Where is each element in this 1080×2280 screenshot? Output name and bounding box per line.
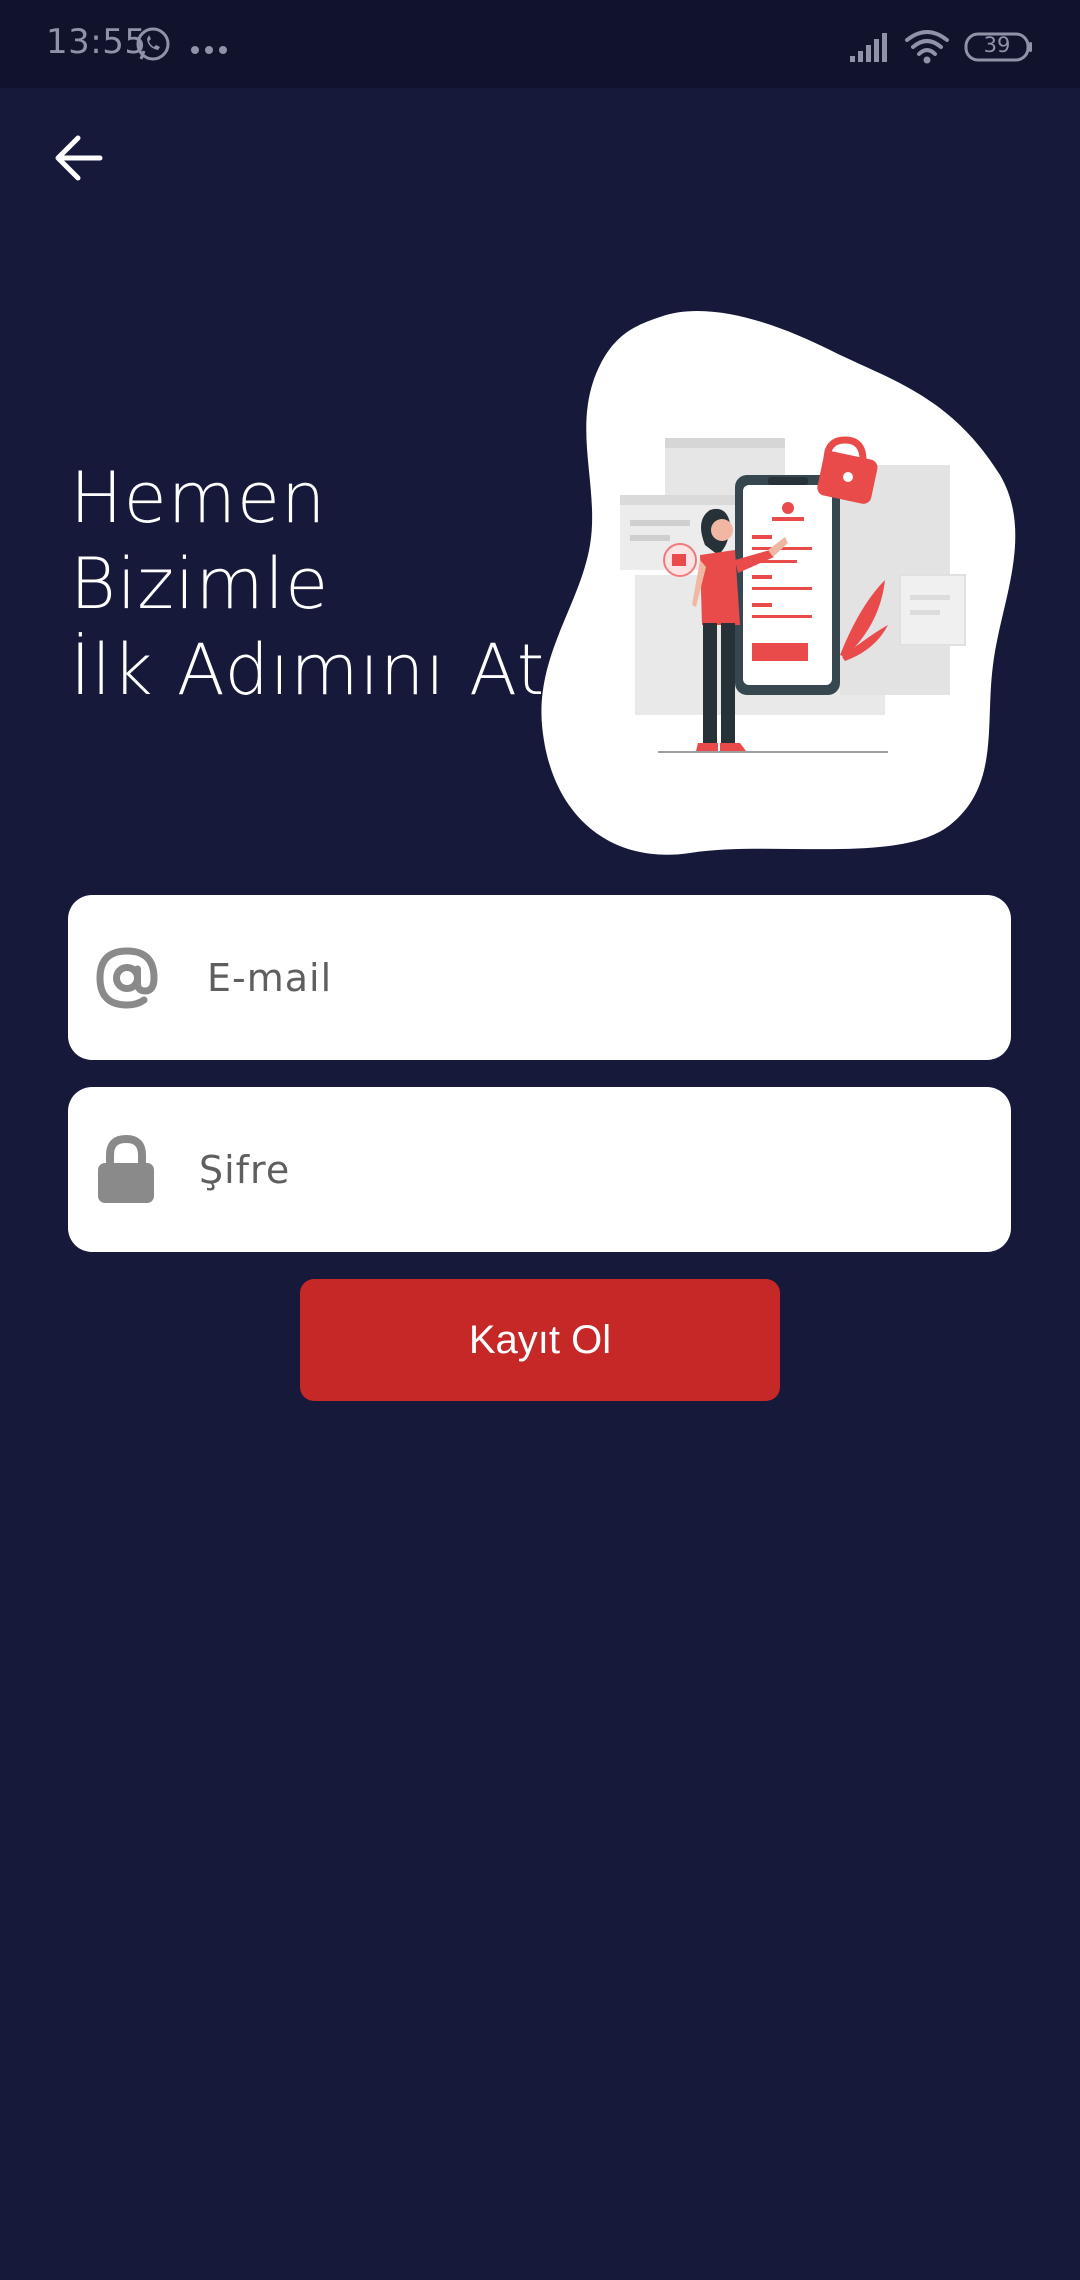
- lock-icon: [96, 1134, 156, 1205]
- headline-line-1: Hemen: [70, 457, 327, 539]
- status-time: 13:55: [46, 22, 147, 62]
- email-field[interactable]: [68, 895, 1011, 1060]
- more-dots-icon: [190, 40, 230, 59]
- page-title: Hemen Bizimle İlk Adımını At: [70, 455, 550, 713]
- headline-line-3: İlk Adımını At: [70, 629, 546, 711]
- arrow-left-icon: [55, 135, 103, 181]
- password-input[interactable]: [199, 1087, 979, 1252]
- wifi-icon: [904, 28, 950, 68]
- register-button[interactable]: Kayıt Ol: [300, 1279, 780, 1401]
- status-bar: 13:55 39: [0, 0, 1080, 88]
- password-field[interactable]: [68, 1087, 1011, 1252]
- signup-illustration: [530, 305, 1020, 860]
- whatsapp-icon: [134, 26, 172, 68]
- headline-line-2: Bizimle: [70, 543, 330, 625]
- back-button[interactable]: [40, 120, 116, 196]
- email-input[interactable]: [207, 895, 987, 1060]
- signal-icon: [848, 30, 892, 68]
- battery-icon: 39: [964, 31, 1034, 67]
- battery-level: 39: [983, 33, 1011, 57]
- at-sign-icon: [94, 945, 160, 1011]
